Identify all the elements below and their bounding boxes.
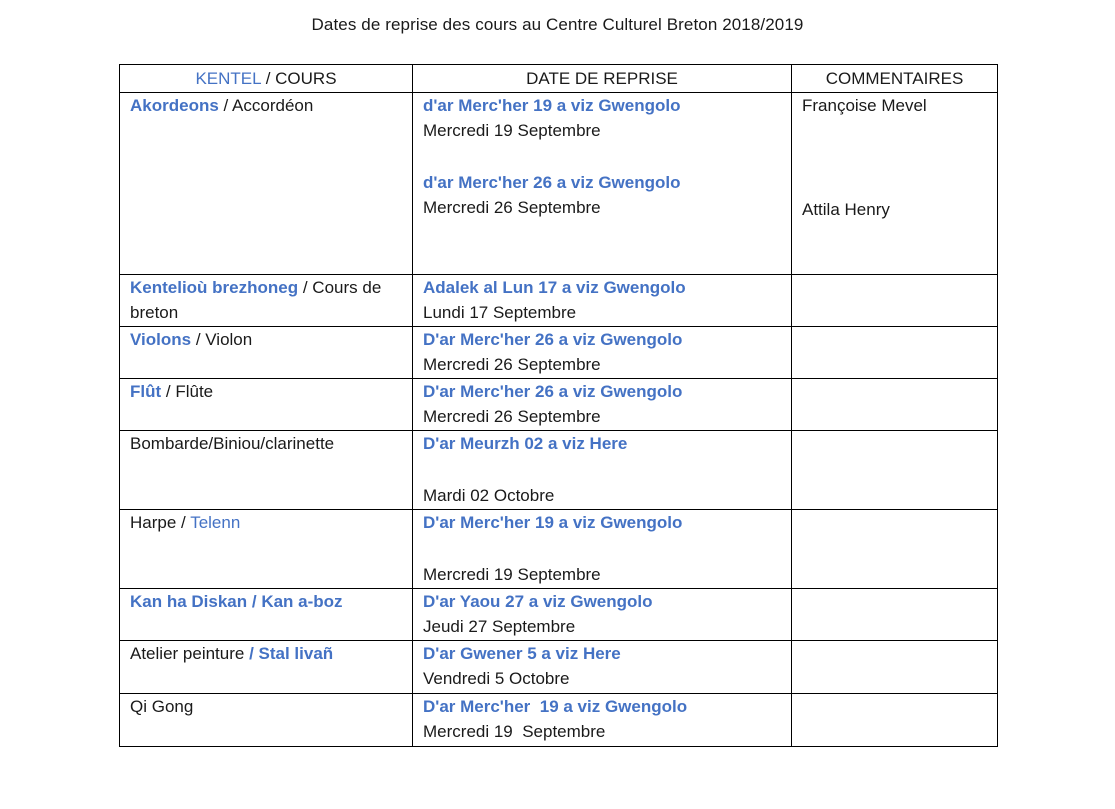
date-breton: D'ar Gwener 5 a viz Here	[423, 644, 621, 663]
header-date: DATE DE REPRISE	[412, 64, 792, 93]
comment-cell	[791, 274, 998, 327]
course-cell: Bombarde/Biniou/clarinette	[119, 430, 413, 510]
date-breton: D'ar Merc'her 19 a viz Gwengolo	[423, 697, 688, 716]
comment-teacher: Françoise Mevel	[802, 96, 927, 115]
date-cell: d'ar Merc'her 19 a viz Gwengolo Mercredi…	[412, 92, 792, 275]
header-cours: / COURS	[260, 69, 337, 88]
table-row: Kentelioù brezhoneg / Cours de breton Ad…	[119, 274, 998, 327]
date-breton: D'ar Yaou 27 a viz Gwengolo	[423, 592, 653, 611]
table-row: Qi Gong D'ar Merc'her 19 a viz Gwengolo …	[119, 693, 998, 747]
course-sep: /	[191, 330, 206, 349]
table-row: Harpe / Telenn D'ar Merc'her 19 a viz Gw…	[119, 509, 998, 589]
header-kentel: KENTEL	[195, 69, 261, 88]
date-breton: Adalek al Lun 17 a viz Gwengolo	[423, 278, 686, 297]
course-breton: Violons	[130, 330, 192, 349]
header-course: KENTEL / COURS	[119, 64, 413, 93]
table-row: Atelier peinture / Stal livañ D'ar Gwene…	[119, 640, 998, 694]
comment-cell: Françoise Mevel Attila Henry	[791, 92, 998, 275]
date-french: Mercredi 19 Septembre	[423, 121, 601, 140]
comment-cell	[791, 640, 998, 694]
date-french: Jeudi 27 Septembre	[423, 617, 576, 636]
course-breton: Telenn	[190, 513, 241, 532]
table-row: Akordeons / Accordéon d'ar Merc'her 19 a…	[119, 92, 998, 275]
course-schedule-table: KENTEL / COURS DATE DE REPRISE COMMENTAI…	[119, 64, 998, 747]
date-french: Mercredi 19 Septembre	[423, 722, 606, 741]
course-cell: Qi Gong	[119, 693, 413, 747]
course-french: Atelier peinture	[130, 644, 250, 663]
course-sep: /	[218, 96, 233, 115]
date-french: Mercredi 26 Septembre	[423, 198, 601, 217]
date-french: Lundi 17 Septembre	[423, 303, 577, 322]
date-cell: D'ar Merc'her 19 a viz Gwengolo Mercredi…	[412, 509, 792, 589]
course-text: Qi Gong	[130, 697, 194, 716]
date-french: Mardi 02 Octobre	[423, 486, 555, 505]
comment-teacher: Attila Henry	[802, 200, 890, 219]
course-cell: Harpe / Telenn	[119, 509, 413, 589]
date-cell: D'ar Yaou 27 a viz Gwengolo Jeudi 27 Sep…	[412, 588, 792, 641]
course-text: Bombarde/Biniou/clarinette	[130, 434, 335, 453]
course-cell: Kan ha Diskan / Kan a-boz	[119, 588, 413, 641]
header-comments: COMMENTAIRES	[791, 64, 998, 93]
date-breton: d'ar Merc'her 19 a viz Gwengolo	[423, 96, 681, 115]
table-row: Violons / Violon D'ar Merc'her 26 a viz …	[119, 326, 998, 379]
comment-cell	[791, 693, 998, 747]
table-row: Kan ha Diskan / Kan a-boz D'ar Yaou 27 a…	[119, 588, 998, 641]
course-breton: / Stal livañ	[249, 644, 334, 663]
course-sep: /	[161, 382, 176, 401]
course-text: Kan ha Diskan / Kan a-boz	[130, 592, 343, 611]
table-row: Flût / Flûte D'ar Merc'her 26 a viz Gwen…	[119, 378, 998, 431]
course-french: Violon	[205, 330, 253, 349]
date-cell: D'ar Meurzh 02 a viz Here Mardi 02 Octob…	[412, 430, 792, 510]
course-breton: Akordeons	[130, 96, 219, 115]
date-breton: D'ar Merc'her 19 a viz Gwengolo	[423, 513, 683, 532]
date-breton: d'ar Merc'her 26 a viz Gwengolo	[423, 173, 681, 192]
date-breton: D'ar Merc'her 26 a viz Gwengolo	[423, 382, 683, 401]
course-sep: /	[298, 278, 313, 297]
course-french: Flûte	[175, 382, 214, 401]
page-title: Dates de reprise des cours au Centre Cul…	[311, 15, 804, 34]
course-cell: Flût / Flûte	[119, 378, 413, 431]
date-french: Mercredi 19 Septembre	[423, 565, 601, 584]
date-cell: Adalek al Lun 17 a viz Gwengolo Lundi 17…	[412, 274, 792, 327]
course-sep: /	[176, 513, 191, 532]
date-breton: D'ar Merc'her 26 a viz Gwengolo	[423, 330, 683, 349]
date-cell: D'ar Merc'her 19 a viz Gwengolo Mercredi…	[412, 693, 792, 747]
table-header-row: KENTEL / COURS DATE DE REPRISE COMMENTAI…	[119, 64, 998, 93]
date-french: Mercredi 26 Septembre	[423, 407, 601, 426]
comment-cell	[791, 509, 998, 589]
comment-cell	[791, 378, 998, 431]
date-french: Mercredi 26 Septembre	[423, 355, 601, 374]
course-cell: Atelier peinture / Stal livañ	[119, 640, 413, 694]
comment-cell	[791, 430, 998, 510]
comment-cell	[791, 588, 998, 641]
date-cell: D'ar Merc'her 26 a viz Gwengolo Mercredi…	[412, 326, 792, 379]
date-cell: D'ar Gwener 5 a viz Here Vendredi 5 Octo…	[412, 640, 792, 694]
date-french: Vendredi 5 Octobre	[423, 669, 570, 688]
date-breton: D'ar Meurzh 02 a viz Here	[423, 434, 628, 453]
course-cell: Akordeons / Accordéon	[119, 92, 413, 275]
table-row: Bombarde/Biniou/clarinette D'ar Meurzh 0…	[119, 430, 998, 510]
date-cell: D'ar Merc'her 26 a viz Gwengolo Mercredi…	[412, 378, 792, 431]
course-breton: Flût	[130, 382, 162, 401]
course-breton: Kentelioù brezhoneg	[130, 278, 299, 297]
course-french: Accordéon	[232, 96, 314, 115]
course-cell: Violons / Violon	[119, 326, 413, 379]
comment-cell	[791, 326, 998, 379]
course-french: Harpe	[130, 513, 177, 532]
course-cell: Kentelioù brezhoneg / Cours de breton	[119, 274, 413, 327]
